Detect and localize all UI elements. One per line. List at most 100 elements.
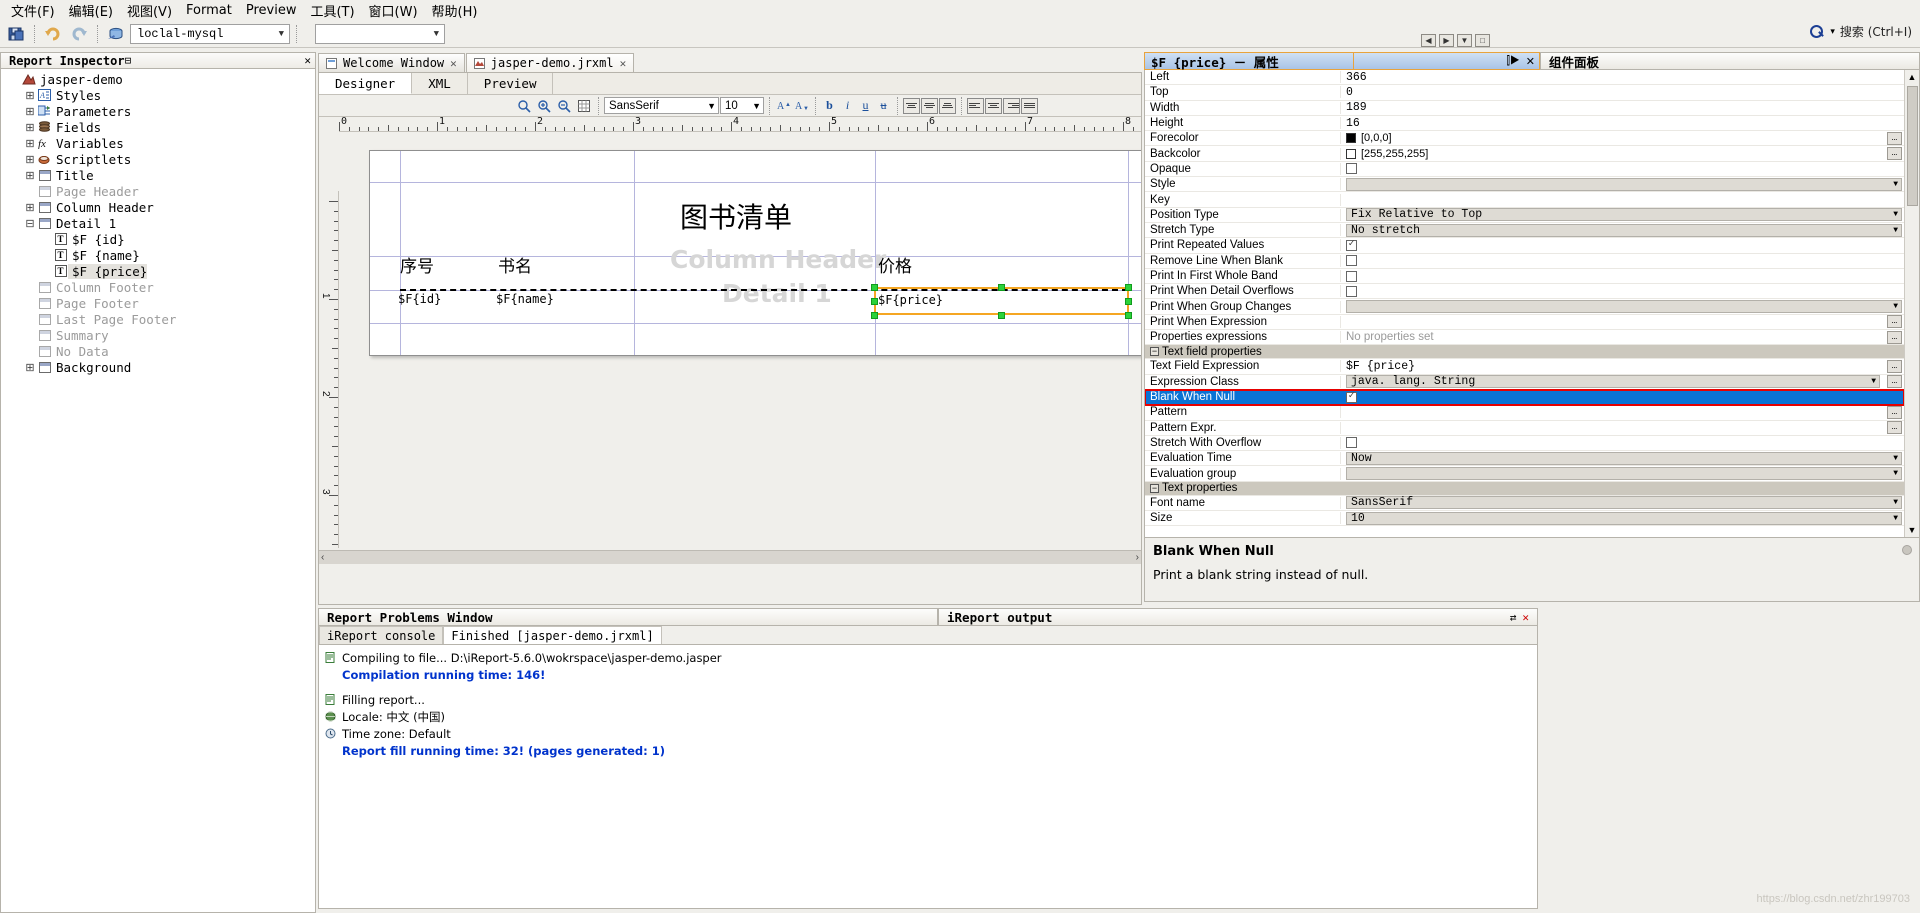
column-header-price[interactable]: 价格: [878, 252, 912, 277]
tree-node-styles[interactable]: ⊞ A Styles: [1, 87, 315, 103]
property-row-print-when-expression[interactable]: Print When Expression…: [1145, 315, 1904, 331]
column-header-name[interactable]: 书名: [498, 252, 532, 277]
redo-icon[interactable]: [67, 23, 91, 45]
detail-field-id[interactable]: $F{id}: [398, 292, 441, 306]
chevron-down-icon[interactable]: ▾: [1830, 27, 1835, 37]
close-icon[interactable]: ✕: [1526, 55, 1535, 68]
scrollbar-thumb[interactable]: [1906, 86, 1918, 206]
close-icon[interactable]: ✕: [620, 57, 627, 70]
tree-node-f-name[interactable]: T $F {name}: [1, 247, 315, 263]
property-value[interactable]: Now ▼: [1341, 451, 1904, 465]
close-icon[interactable]: ✕: [304, 54, 311, 67]
align-middle-icon[interactable]: [921, 97, 938, 114]
property-value[interactable]: No stretch ▼: [1341, 223, 1904, 237]
zoom-in-icon[interactable]: [534, 97, 553, 115]
menu-item-tools[interactable]: 工具(T): [303, 0, 361, 21]
expand-icon[interactable]: ⊞: [23, 361, 37, 374]
property-row-stretch-with-overflow[interactable]: Stretch With Overflow: [1145, 436, 1904, 452]
property-value[interactable]: [1341, 255, 1904, 267]
align-left-icon[interactable]: [967, 97, 984, 114]
view-tab-xml[interactable]: XML: [412, 73, 468, 94]
property-row-expression-class[interactable]: Expression Class java. lang. String ▼…: [1145, 375, 1904, 390]
menu-item-format[interactable]: Format: [179, 2, 239, 19]
property-row-blank-when-null[interactable]: Blank When Null ✓: [1145, 388, 1904, 407]
dropdown-control[interactable]: ▼: [1346, 177, 1902, 191]
property-row-text-field-properties[interactable]: − Text field properties: [1145, 345, 1904, 360]
collapse-icon[interactable]: ⊟: [23, 217, 37, 230]
property-value[interactable]: ▼: [1341, 177, 1904, 191]
grid-icon[interactable]: [574, 97, 593, 115]
property-value[interactable]: $F {price}…: [1341, 359, 1904, 373]
report-title-text[interactable]: 图书清单: [680, 196, 792, 236]
property-value[interactable]: ✓: [1341, 239, 1904, 251]
property-row-pattern-expr[interactable]: Pattern Expr.…: [1145, 421, 1904, 436]
property-row-evaluation-time[interactable]: Evaluation Time Now ▼: [1145, 451, 1904, 467]
save-all-icon[interactable]: [4, 23, 28, 45]
expand-icon[interactable]: ⊞: [23, 89, 37, 102]
strikethrough-icon[interactable]: u: [875, 97, 892, 114]
property-row-print-when-group-changes[interactable]: Print When Group Changes ▼: [1145, 299, 1904, 315]
tab-ireport-console[interactable]: iReport console: [319, 626, 444, 644]
property-row-top[interactable]: Top 0: [1145, 85, 1904, 101]
decrease-font-icon[interactable]: A ▼: [793, 97, 810, 114]
tab-finished-jrxml[interactable]: Finished [jasper-demo.jrxml]: [443, 626, 662, 644]
datasource-icon[interactable]: [104, 23, 128, 45]
property-value[interactable]: 10 ▼: [1341, 511, 1904, 525]
property-row-properties-expressions[interactable]: Properties expressions No properties set…: [1145, 330, 1904, 346]
tree-node-summary[interactable]: Summary: [1, 327, 315, 343]
menu-item-window[interactable]: 窗口(W): [362, 0, 425, 21]
property-row-position-type[interactable]: Position Type Fix Relative to Top ▼: [1145, 208, 1904, 223]
open-editor-button[interactable]: …: [1887, 131, 1902, 145]
pin-icon[interactable]: ⇄: [1510, 611, 1517, 624]
tree-node-column-header[interactable]: ⊞ Column Header: [1, 199, 315, 215]
color-swatch[interactable]: [1346, 133, 1356, 144]
tree-node-page-header[interactable]: Page Header: [1, 183, 315, 199]
tree-node-detail-1[interactable]: ⊟ Detail 1: [1, 215, 315, 231]
property-value[interactable]: 189: [1341, 101, 1904, 114]
property-value[interactable]: ▼: [1341, 300, 1904, 314]
resize-handle-sw[interactable]: [871, 312, 878, 319]
resize-handle-se[interactable]: [1125, 312, 1132, 319]
properties-table[interactable]: Left 366 Top 0 Width 189 Height 16 Forecolor [0,0…: [1145, 70, 1904, 537]
secondary-combo[interactable]: ▼: [315, 23, 445, 44]
checkbox-checked[interactable]: ✓: [1346, 391, 1357, 403]
checkbox-unchecked[interactable]: [1346, 163, 1357, 175]
report-canvas[interactable]: Column Header Detail 1 图书清单 序号 书名 价格 $F{…: [339, 132, 1141, 550]
tree-node-scriptlets[interactable]: ⊞ Scriptlets: [1, 151, 315, 167]
property-value[interactable]: [1341, 285, 1904, 297]
open-editor-button[interactable]: …: [1887, 147, 1902, 161]
nav-prev-icon[interactable]: ◀: [1421, 34, 1436, 47]
property-row-stretch-type[interactable]: Stretch Type No stretch ▼: [1145, 223, 1904, 239]
align-right-icon[interactable]: [1003, 97, 1020, 114]
resize-handle-ne[interactable]: [1125, 284, 1132, 291]
dropdown-control[interactable]: Now ▼: [1346, 451, 1902, 465]
tree-node-variables[interactable]: ⊞ fx Variables: [1, 135, 315, 151]
property-value[interactable]: Fix Relative to Top ▼: [1341, 208, 1904, 222]
expand-icon[interactable]: ⊞: [23, 169, 37, 182]
expand-icon[interactable]: ⊞: [23, 121, 37, 134]
collapse-icon[interactable]: −: [1150, 483, 1159, 493]
property-row-width[interactable]: Width 189: [1145, 101, 1904, 116]
property-row-print-when-detail-overflows[interactable]: Print When Detail Overflows: [1145, 284, 1904, 300]
menu-item-file[interactable]: 文件(F): [4, 0, 62, 21]
open-editor-button[interactable]: …: [1887, 330, 1902, 344]
dropdown-control[interactable]: java. lang. String ▼: [1346, 375, 1880, 389]
property-row-print-repeated-values[interactable]: Print Repeated Values ✓: [1145, 238, 1904, 254]
menu-item-edit[interactable]: 编辑(E): [62, 0, 120, 21]
open-editor-button[interactable]: …: [1887, 375, 1902, 389]
align-justify-icon[interactable]: [1021, 97, 1038, 114]
property-value[interactable]: [1341, 163, 1904, 175]
nav-maximize-icon[interactable]: □: [1475, 34, 1490, 47]
tree-node-fields[interactable]: ⊞ Fields: [1, 119, 315, 135]
resize-handle-w[interactable]: [871, 298, 878, 305]
report-inspector-tree[interactable]: jasper-demo ⊞ A Styles ⊞ Parameters ⊞ Fields ⊞ fx…: [0, 69, 316, 913]
property-row-remove-line-when-blank[interactable]: Remove Line When Blank: [1145, 254, 1904, 269]
detail-field-name[interactable]: $F{name}: [496, 292, 554, 306]
property-value[interactable]: 0: [1341, 86, 1904, 99]
open-editor-button[interactable]: …: [1887, 315, 1902, 329]
zoom-fit-icon[interactable]: [514, 97, 533, 115]
component-palette-tab[interactable]: 组件面板: [1540, 52, 1920, 70]
dropdown-control[interactable]: No stretch ▼: [1346, 223, 1902, 237]
undo-icon[interactable]: [41, 23, 65, 45]
float-icon[interactable]: ⫿▶: [1506, 55, 1519, 68]
